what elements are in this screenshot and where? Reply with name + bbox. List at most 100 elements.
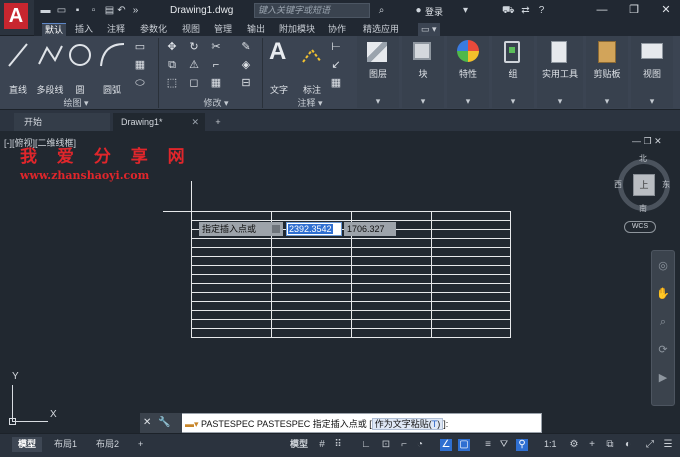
command-option-paste-as-text[interactable]: 作为文字粘贴(T) [371,418,444,430]
group-panel[interactable]: 组 ▾ [492,36,534,108]
cart-icon[interactable]: ⛟ [502,5,515,16]
viewport-window-controls[interactable]: — ❐ ✕ [632,136,662,147]
annotation-panel-title[interactable]: 注释 ▾ [280,97,340,109]
trim-icon[interactable]: ✂ [210,41,222,53]
close-tab-icon[interactable]: ✕ [191,113,199,131]
rectangle-icon[interactable]: ▭ [134,41,146,53]
fillet-icon[interactable]: ⌐ [210,59,222,71]
object-snap-icon[interactable]: ▢ [458,439,470,451]
command-customize-icon[interactable]: 🔧 [158,417,170,428]
plus-icon[interactable]: + [586,439,598,451]
modify-panel-title[interactable]: 修改 ▾ [176,97,256,109]
isolate-objects-icon[interactable]: ⧉ [604,439,616,451]
annotation-autoscale-icon[interactable]: ⚲ [516,439,528,451]
layer-panel[interactable]: 图层 ▾ [357,36,399,108]
orbit-icon[interactable]: ⟳ [656,343,670,357]
print-icon[interactable]: ▤ [104,5,115,16]
clipboard-panel[interactable]: 剪贴板 ▾ [586,36,628,108]
polar-icon[interactable]: ◔ [414,439,426,451]
ellipse-icon[interactable]: ⬭ [134,77,146,89]
tab-insert[interactable]: 插入 [72,23,96,36]
stretch-icon[interactable]: ⬚ [166,77,178,89]
hatch-icon[interactable]: ▦ [134,59,146,71]
arc-button[interactable]: 圆弧 [96,38,128,96]
tab-default[interactable]: 默认 [42,23,67,36]
dynamic-input-x-field[interactable]: 2392.3542 [286,222,342,236]
open-file-icon[interactable]: ▭ [56,5,67,16]
properties-panel[interactable]: 特性 ▾ [447,36,489,108]
compass-east[interactable]: 东 [662,179,670,190]
tab-drawing1[interactable]: Drawing1* ✕ [113,113,205,131]
draw-panel-title[interactable]: 绘图 ▾ [40,97,112,109]
compass-south[interactable]: 南 [639,203,647,214]
layout-tab-model[interactable]: 模型 [12,437,43,452]
block-panel[interactable]: 块 ▾ [402,36,444,108]
hardware-acceleration-icon[interactable]: ◐ [622,439,634,451]
move-icon[interactable]: ✥ [166,41,178,53]
grid-icon[interactable]: # [316,439,328,451]
view-panel[interactable]: 视图 ▾ [631,36,673,108]
offset-icon[interactable]: ⊟ [240,77,252,89]
lineweight-icon[interactable]: ≡ [482,439,494,451]
exchange-icon[interactable]: ⇄ [520,5,531,16]
rotate-icon[interactable]: ↻ [188,41,200,53]
dynamic-input-y-field[interactable]: 1706.327 [344,222,396,236]
fullscreen-icon[interactable]: ⤢ [644,439,656,451]
zoom-icon[interactable]: ⌕ [656,315,670,329]
tab-addins[interactable]: 附加模块 [276,23,318,36]
table-icon[interactable]: ▦ [330,77,342,89]
dynamic-input-icon[interactable]: ⊡ [380,439,392,451]
utilities-panel[interactable]: 实用工具 ▾ [537,36,583,108]
workspace-gear-icon[interactable]: ⚙ [568,439,580,451]
minimize-icon[interactable]: — [594,2,610,18]
dropdown-icon[interactable]: ▾ [460,5,471,16]
maximize-icon[interactable]: ❐ [626,2,642,18]
linear-dim-icon[interactable]: ⊢ [330,41,342,53]
text-button[interactable]: A 文字 [266,38,292,96]
undo-icon[interactable]: ↶ [116,5,127,16]
save-as-icon[interactable]: ▫ [88,5,99,16]
more-arrows-icon[interactable]: » [130,5,141,16]
tab-parametric[interactable]: 参数化 [137,23,170,36]
viewcube-top-face[interactable]: 上 [633,174,655,196]
app-menu-button[interactable]: A [0,0,34,36]
wcs-menu[interactable]: WCS [624,221,656,233]
compass-north[interactable]: 北 [639,153,647,164]
viewcube[interactable]: 上 北 南 东 西 [614,153,674,213]
command-close-icon[interactable]: ✕ [143,417,151,428]
dimension-button[interactable]: 标注 [298,38,326,96]
leader-icon[interactable]: ↙ [330,59,342,71]
model-space-toggle[interactable]: 模型 [284,437,314,452]
open-folder-icon[interactable]: ▬ [40,5,51,16]
pan-icon[interactable]: ✋ [656,287,670,301]
array-icon[interactable]: ▦ [210,77,222,89]
user-icon[interactable]: ● [413,5,424,16]
close-icon[interactable]: ✕ [658,2,674,18]
compass-west[interactable]: 西 [614,179,622,190]
mirror-icon[interactable]: ⚠ [188,59,200,71]
tab-collaborate[interactable]: 协作 [325,23,349,36]
search-input[interactable]: 键入关键字或短语 [254,3,370,18]
drawing-canvas[interactable]: [-][俯视][二维线框] — ❐ ✕ 我 爱 分 享 网 www.zhansh… [0,131,680,429]
tab-manage[interactable]: 管理 [211,23,235,36]
annotation-scale[interactable]: 1:1 [538,437,563,452]
login-button[interactable]: 登录 [425,5,443,18]
save-icon[interactable]: ▪ [72,5,83,16]
erase-icon[interactable]: ✎ [240,41,252,53]
scale-icon[interactable]: ◻ [188,77,200,89]
ortho-icon[interactable]: ⌐ [398,439,410,451]
steering-wheel-icon[interactable]: ◎ [656,259,670,273]
infer-icon[interactable]: ∟ [360,439,372,451]
tab-output[interactable]: 输出 [244,23,268,36]
add-tab-button[interactable]: + [208,113,228,131]
tab-start[interactable]: 开始 [14,113,110,131]
circle-button[interactable]: 圆 [68,38,92,96]
copy-icon[interactable]: ⧉ [166,59,178,71]
tab-annotate[interactable]: 注释 [104,23,128,36]
help-icon[interactable]: ? [536,5,547,16]
tab-featured[interactable]: 精选应用 [360,23,402,36]
line-button[interactable]: 直线 [4,38,32,96]
ribbon-toggle-icon[interactable]: ▭ ▾ [418,23,440,36]
layout-tab-layout2[interactable]: 布局2 [90,437,125,452]
search-icon[interactable]: ⌕ [376,5,387,16]
